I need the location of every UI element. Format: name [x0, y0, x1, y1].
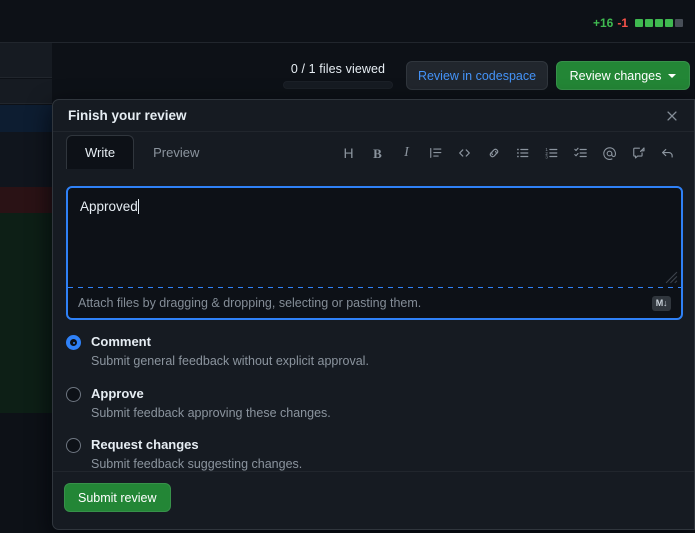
diff-row-addition	[0, 213, 52, 413]
radio-comment[interactable]	[66, 335, 81, 350]
reply-icon[interactable]	[653, 140, 682, 166]
pull-request-files-page: +16 -1 0 / 1 files viewed Review in code…	[0, 0, 695, 530]
page-topbar: +16 -1	[0, 0, 695, 43]
markdown-icon[interactable]: M↓	[652, 296, 671, 311]
dialog-title: Finish your review	[68, 108, 187, 123]
diff-block-neutral	[675, 19, 683, 27]
option-approve-description: Submit feedback approving these changes.	[91, 405, 666, 421]
resize-handle[interactable]	[665, 271, 678, 284]
attach-files-hint: Attach files by dragging & dropping, sel…	[78, 296, 421, 310]
task-list-icon[interactable]	[566, 140, 595, 166]
link-icon[interactable]	[479, 140, 508, 166]
radio-request-changes[interactable]	[66, 438, 81, 453]
mention-icon[interactable]	[595, 140, 624, 166]
review-changes-label: Review changes	[570, 69, 662, 83]
tab-preview[interactable]: Preview	[134, 135, 218, 169]
diff-row	[0, 132, 52, 187]
comment-text: Approved	[80, 197, 139, 217]
option-approve[interactable]: Approve Submit feedback approving these …	[66, 386, 666, 422]
diff-block-green	[665, 19, 673, 27]
diff-additions: +16	[593, 17, 613, 29]
dialog-footer: Submit review	[53, 471, 694, 529]
finish-review-dialog: Finish your review Write Preview H B I	[52, 99, 695, 530]
diff-row	[0, 43, 52, 78]
attach-files-bar[interactable]: Attach files by dragging & dropping, sel…	[68, 288, 681, 318]
diff-row	[0, 413, 52, 533]
files-viewed-bar	[283, 81, 393, 89]
unordered-list-icon[interactable]	[508, 140, 537, 166]
diff-row-deletion	[0, 187, 52, 213]
saved-replies-icon[interactable]	[624, 140, 653, 166]
option-comment-label: Comment	[91, 334, 666, 350]
bold-icon[interactable]: B	[363, 140, 392, 166]
ordered-list-icon[interactable]: 1 2 3	[537, 140, 566, 166]
diff-block-green	[645, 19, 653, 27]
review-in-codespace-button[interactable]: Review in codespace	[406, 61, 548, 90]
submit-review-button[interactable]: Submit review	[64, 483, 171, 512]
dialog-header: Finish your review	[53, 100, 694, 132]
tab-write[interactable]: Write	[66, 135, 134, 169]
editor-tabs: Write Preview	[66, 135, 218, 169]
option-request-changes-label: Request changes	[91, 437, 666, 453]
diff-block-green	[655, 19, 663, 27]
diff-deletions: -1	[617, 17, 628, 29]
review-type-options: Comment Submit general feedback without …	[66, 334, 666, 473]
heading-icon[interactable]: H	[334, 140, 363, 166]
quote-icon[interactable]	[421, 140, 450, 166]
radio-approve[interactable]	[66, 387, 81, 402]
option-comment[interactable]: Comment Submit general feedback without …	[66, 334, 666, 370]
diff-block-green	[635, 19, 643, 27]
files-viewed-progress: 0 / 1 files viewed	[283, 62, 393, 89]
option-approve-label: Approve	[91, 386, 666, 402]
italic-icon[interactable]: I	[392, 140, 421, 166]
diff-stat-blocks	[635, 19, 683, 27]
diff-background	[0, 43, 52, 530]
editor-toolbar-row: Write Preview H B I	[53, 132, 694, 172]
diff-row	[0, 79, 52, 104]
chevron-down-icon	[668, 74, 676, 78]
comment-box[interactable]: Approved Attach files by dragging & drop…	[66, 186, 683, 320]
option-request-changes[interactable]: Request changes Submit feedback suggesti…	[66, 437, 666, 473]
close-icon[interactable]	[662, 106, 682, 126]
svg-text:3: 3	[545, 154, 548, 159]
files-viewed-label: 0 / 1 files viewed	[283, 62, 393, 76]
option-comment-description: Submit general feedback without explicit…	[91, 353, 666, 369]
code-icon[interactable]	[450, 140, 479, 166]
diff-stat: +16 -1	[593, 17, 683, 29]
markdown-toolbar: H B I	[334, 140, 682, 166]
diff-row-highlight	[0, 105, 52, 132]
review-changes-button[interactable]: Review changes	[556, 61, 690, 90]
